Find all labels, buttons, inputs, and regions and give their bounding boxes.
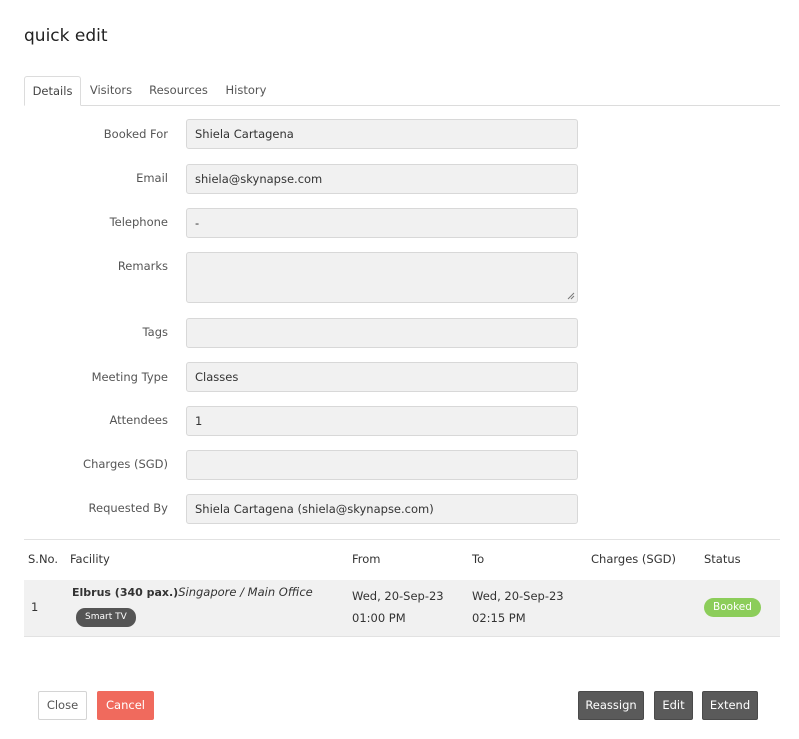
- attendees-field[interactable]: 1: [186, 406, 578, 436]
- facility-name: Elbrus (340 pax.): [72, 586, 179, 599]
- cancel-button[interactable]: Cancel: [97, 691, 154, 720]
- requested-by-label: Requested By: [88, 501, 168, 515]
- remarks-textarea[interactable]: [186, 252, 578, 303]
- to-time: 02:15 PM: [472, 611, 526, 625]
- charges-field[interactable]: [186, 450, 578, 480]
- resource-tag-badge: Smart TV: [76, 608, 136, 627]
- charges-label: Charges (SGD): [83, 457, 168, 471]
- reassign-button[interactable]: Reassign: [578, 691, 644, 720]
- close-button[interactable]: Close: [38, 691, 87, 720]
- booked-for-field[interactable]: Shiela Cartagena: [186, 119, 578, 149]
- telephone-field[interactable]: -: [186, 208, 578, 238]
- resize-grip-icon[interactable]: [567, 292, 575, 300]
- meeting-type-field[interactable]: Classes: [186, 362, 578, 392]
- row-sno: 1: [31, 600, 39, 614]
- column-header-charges: Charges (SGD): [591, 552, 676, 566]
- to-date: Wed, 20-Sep-23: [472, 589, 564, 603]
- column-header-from: From: [352, 552, 381, 566]
- table-header: S.No. Facility From To Charges (SGD) Sta…: [24, 539, 780, 580]
- tab-details[interactable]: Details: [24, 76, 81, 106]
- facility-cell: Elbrus (340 pax.)Singapore / Main Office: [72, 585, 313, 599]
- from-time: 01:00 PM: [352, 611, 406, 625]
- extend-button[interactable]: Extend: [702, 691, 758, 720]
- column-header-status: Status: [704, 552, 741, 566]
- attendees-label: Attendees: [109, 413, 169, 427]
- meeting-type-label: Meeting Type: [91, 370, 168, 384]
- email-field[interactable]: shiela@skynapse.com: [186, 164, 578, 194]
- tab-resources[interactable]: Resources: [146, 76, 211, 105]
- telephone-label: Telephone: [109, 215, 168, 229]
- requested-by-field[interactable]: Shiela Cartagena (shiela@skynapse.com): [186, 494, 578, 524]
- email-label: Email: [136, 171, 168, 185]
- tab-bar: Details Visitors Resources History: [24, 76, 780, 106]
- tags-label: Tags: [142, 325, 168, 339]
- column-header-facility: Facility: [70, 552, 110, 566]
- from-date: Wed, 20-Sep-23: [352, 589, 444, 603]
- remarks-label: Remarks: [117, 259, 168, 273]
- tags-field[interactable]: [186, 318, 578, 348]
- table-row[interactable]: 1 Elbrus (340 pax.)Singapore / Main Offi…: [24, 580, 780, 637]
- column-header-sno: S.No.: [28, 552, 59, 566]
- status-badge: Booked: [704, 598, 761, 617]
- booked-for-label: Booked For: [103, 127, 168, 141]
- page-title: quick edit: [24, 26, 108, 46]
- tab-visitors[interactable]: Visitors: [86, 76, 136, 105]
- tab-history[interactable]: History: [222, 76, 270, 105]
- column-header-to: To: [472, 552, 485, 566]
- facility-location: Singapore / Main Office: [178, 585, 313, 599]
- edit-button[interactable]: Edit: [654, 691, 693, 720]
